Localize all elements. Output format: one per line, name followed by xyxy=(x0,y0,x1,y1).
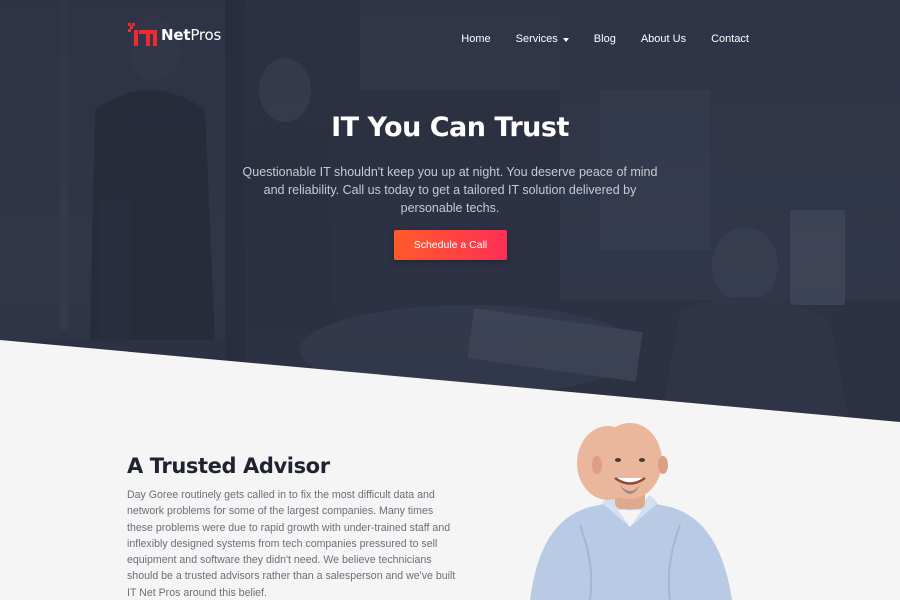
nav-item-services[interactable]: Services xyxy=(516,33,569,45)
nav-item-contact[interactable]: Contact xyxy=(711,33,749,45)
nav-item-blog[interactable]: Blog xyxy=(594,33,616,45)
nav-item-home[interactable]: Home xyxy=(461,33,490,45)
advisor-heading: A Trusted Advisor xyxy=(127,454,330,478)
advisor-portrait xyxy=(530,423,732,600)
advisor-body: Day Goree routinely gets called in to fi… xyxy=(127,489,456,599)
schedule-call-button[interactable]: Schedule a Call xyxy=(394,230,507,260)
nav-label-services: Services xyxy=(515,33,558,45)
logo-wordmark: NetPros xyxy=(161,26,221,44)
nav-label-contact: Contact xyxy=(711,33,749,45)
nav-label-blog: Blog xyxy=(593,33,616,45)
nav-label-home: Home xyxy=(461,33,491,45)
caret-down-icon xyxy=(562,37,569,42)
logo-name-bold: Net xyxy=(161,26,191,44)
nav-item-about[interactable]: About Us xyxy=(641,33,686,45)
logo-name-light: Pros xyxy=(190,26,222,44)
logo-mark-icon xyxy=(128,23,157,46)
nav-label-about: About Us xyxy=(640,33,687,45)
site-logo[interactable]: NetPros xyxy=(127,22,221,48)
hero-title: IT You Can Trust xyxy=(331,112,569,143)
top-navbar: NetPros Home Services Blog About Us Cont… xyxy=(0,0,900,80)
main-nav: Home Services Blog About Us Contact xyxy=(461,33,749,45)
hero-subtitle: Questionable IT shouldn't keep you up at… xyxy=(242,165,658,215)
